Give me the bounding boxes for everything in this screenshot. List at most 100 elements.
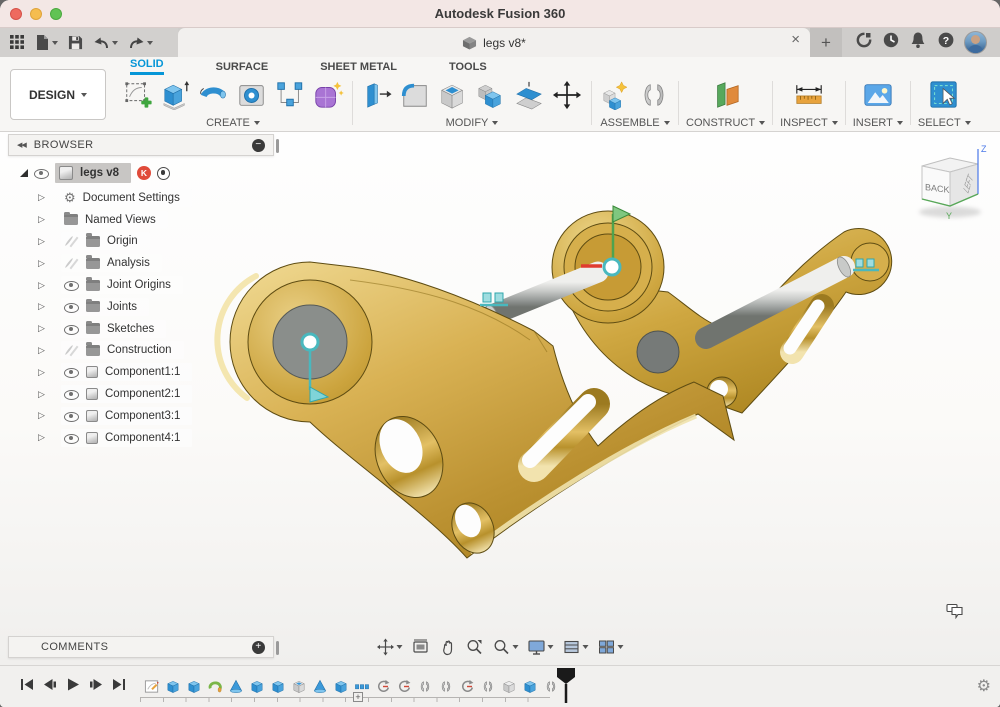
group-label-insert[interactable]: INSERT xyxy=(853,115,903,131)
loft-feature-icon[interactable] xyxy=(312,678,328,695)
loft-feature-icon[interactable] xyxy=(228,678,244,695)
visibility-eye-icon[interactable] xyxy=(64,388,79,401)
move-button[interactable] xyxy=(550,77,584,113)
notifications-button[interactable] xyxy=(909,31,927,54)
joint-feature-icon[interactable] xyxy=(438,678,454,695)
hole-button[interactable] xyxy=(235,77,269,113)
group-label-construct[interactable]: CONSTRUCT xyxy=(686,115,765,131)
offset-face-button[interactable] xyxy=(512,77,546,113)
revolute-feature-icon[interactable] xyxy=(459,678,475,695)
sketch-feature-icon[interactable] xyxy=(144,678,160,695)
revolve-feature-icon[interactable] xyxy=(207,678,223,695)
disclosure-triangle-icon[interactable]: ▷ xyxy=(38,345,61,356)
revolute-joint-icon[interactable] xyxy=(302,334,318,350)
back-bracket-component[interactable] xyxy=(552,211,892,413)
construct-plane-button[interactable] xyxy=(709,77,743,113)
tree-row-document-settings[interactable]: ▷⚙Document Settings xyxy=(8,187,274,209)
tree-row-joint-origins[interactable]: ▷Joint Origins xyxy=(8,274,274,296)
tree-row-construction[interactable]: ▷Construction xyxy=(8,340,274,362)
go-to-start-button[interactable] xyxy=(20,678,34,696)
add-comment-button[interactable]: + xyxy=(252,641,265,654)
visibility-eye-icon[interactable] xyxy=(64,322,79,335)
redo-button[interactable] xyxy=(126,33,155,52)
joint-button[interactable] xyxy=(637,77,671,113)
disclosure-triangle-icon[interactable]: ▷ xyxy=(38,323,61,334)
pan-button[interactable] xyxy=(435,634,461,659)
group-label-inspect[interactable]: INSPECT xyxy=(780,115,838,131)
tree-row-analysis[interactable]: ▷Analysis xyxy=(8,252,274,274)
extensions-button[interactable] xyxy=(855,31,873,54)
extrude-button[interactable] xyxy=(159,77,193,113)
tree-row-component3-1[interactable]: ▷Component3:1 xyxy=(8,405,274,427)
disclosure-triangle-icon[interactable]: ▷ xyxy=(38,192,61,203)
insert-image-button[interactable] xyxy=(861,77,895,113)
collaborator-badge[interactable]: K xyxy=(137,166,151,180)
group-label-assemble[interactable]: ASSEMBLE xyxy=(600,115,669,131)
timeline-ruler[interactable] xyxy=(140,697,550,702)
group-label-create[interactable]: CREATE xyxy=(206,115,260,131)
new-component-button[interactable] xyxy=(599,77,633,113)
tab-solid[interactable]: SOLID xyxy=(130,58,164,75)
create-sketch-button[interactable] xyxy=(121,77,155,113)
go-to-end-button[interactable] xyxy=(112,678,126,696)
disclosure-triangle-icon[interactable]: ▷ xyxy=(38,236,61,247)
joint-feature-icon[interactable] xyxy=(417,678,433,695)
tree-row-named-views[interactable]: ▷Named Views xyxy=(8,209,274,231)
orbit-button[interactable] xyxy=(373,634,407,659)
timeline-playhead[interactable] xyxy=(556,667,576,705)
look-at-button[interactable] xyxy=(408,634,434,659)
group-label-select[interactable]: SELECT xyxy=(918,115,971,131)
tree-root-row[interactable]: legs v8 K xyxy=(8,161,274,185)
extrude-feature-icon[interactable] xyxy=(249,678,265,695)
panel-scrollbar[interactable] xyxy=(276,641,279,655)
tree-row-joints[interactable]: ▷Joints xyxy=(8,296,274,318)
remove-panel-button[interactable]: − xyxy=(252,139,265,152)
visibility-eye-icon[interactable] xyxy=(64,409,79,422)
visibility-eye-icon[interactable] xyxy=(34,167,49,180)
disclosure-triangle-icon[interactable]: ▷ xyxy=(38,301,61,312)
extrude-feature-icon[interactable] xyxy=(270,678,286,695)
expand-triangle-icon[interactable] xyxy=(20,169,28,177)
extrude-feature-icon[interactable] xyxy=(333,678,349,695)
new-tab-button[interactable]: + xyxy=(810,28,842,57)
collapse-panel-icon[interactable]: ◀◀ xyxy=(17,141,26,149)
extrude-feature-icon[interactable] xyxy=(186,678,202,695)
visibility-eye-icon[interactable] xyxy=(64,431,79,444)
visibility-eye-icon[interactable] xyxy=(64,300,79,313)
tree-row-sketches[interactable]: ▷Sketches xyxy=(8,318,274,340)
tree-row-component1-1[interactable]: ▷Component1:1 xyxy=(8,361,274,383)
zoom-button[interactable] xyxy=(489,634,523,659)
disclosure-triangle-icon[interactable]: ▷ xyxy=(38,214,61,225)
disclosure-triangle-icon[interactable]: ▷ xyxy=(38,410,61,421)
disclosure-triangle-icon[interactable]: ▷ xyxy=(38,258,61,269)
user-avatar[interactable] xyxy=(964,31,987,54)
view-cube[interactable]: BACK LEFT Z Y xyxy=(912,142,988,222)
workspace-switcher-button[interactable]: DESIGN xyxy=(10,69,106,120)
disclosure-triangle-icon[interactable]: ▷ xyxy=(38,280,61,291)
form-button[interactable] xyxy=(311,77,345,113)
tab-sheet-metal[interactable]: SHEET METAL xyxy=(320,61,397,75)
press-pull-button[interactable] xyxy=(360,77,394,113)
play-button[interactable] xyxy=(66,678,80,696)
app-grid-button[interactable] xyxy=(8,33,27,52)
combine-button[interactable] xyxy=(474,77,508,113)
help-button[interactable]: ? xyxy=(937,31,955,54)
close-tab-button[interactable]: × xyxy=(791,32,800,47)
select-button[interactable] xyxy=(927,77,961,113)
pattern-button[interactable] xyxy=(273,77,307,113)
disclosure-triangle-icon[interactable]: ▷ xyxy=(38,389,61,400)
comments-header[interactable]: COMMENTS + xyxy=(8,636,274,658)
visibility-eye-icon[interactable] xyxy=(64,279,79,292)
save-button[interactable] xyxy=(66,33,85,52)
revolute-feature-icon[interactable] xyxy=(375,678,391,695)
display-settings-button[interactable] xyxy=(524,634,558,659)
group-label-modify[interactable]: MODIFY xyxy=(446,115,499,131)
activate-component-radio[interactable] xyxy=(157,167,170,180)
tab-surface[interactable]: SURFACE xyxy=(216,61,269,75)
comment-bubbles-button[interactable] xyxy=(946,603,964,619)
panel-scrollbar[interactable] xyxy=(276,139,279,153)
tab-tools[interactable]: TOOLS xyxy=(449,61,487,75)
root-document-label[interactable]: legs v8 xyxy=(80,167,119,179)
visibility-eye-icon[interactable] xyxy=(64,235,79,248)
file-menu-button[interactable] xyxy=(33,32,60,53)
